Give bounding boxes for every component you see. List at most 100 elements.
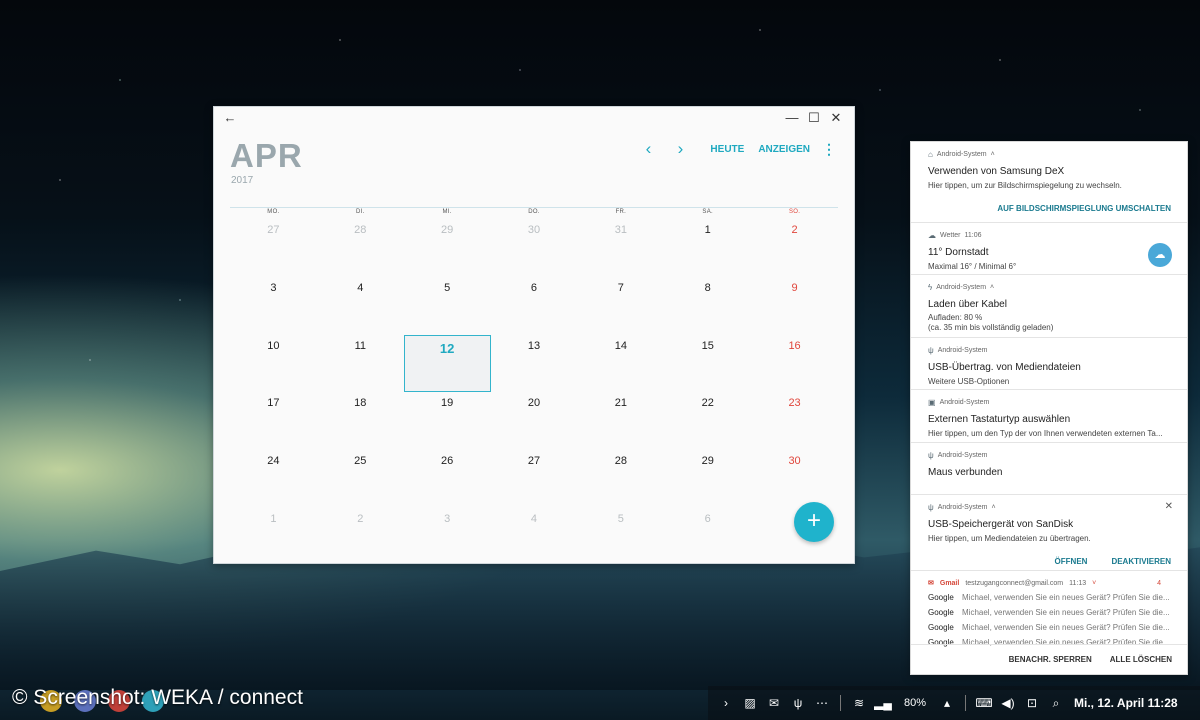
search-icon[interactable]: ⌕ [1044,696,1068,711]
calendar-day[interactable]: 28 [317,219,404,277]
weekday-label: DO. [528,209,540,215]
calendar-day[interactable]: 17 [230,392,317,450]
notif-app-name: Android-System [937,347,988,354]
mail-icon[interactable]: ✉ [762,696,786,710]
maximize-icon[interactable]: ☐ [806,110,822,126]
calendar-day[interactable]: 30 [751,450,838,508]
gmail-message-row[interactable]: Google Michael, verwenden Sie ein neues G… [928,608,1171,617]
notification-usb-transfer[interactable]: ψ Android-System USB-Übertrag. von Medien… [911,338,1187,390]
switch-to-mirroring-button[interactable]: AUF BILDSCHIRMSPIEGLUNG UMSCHALTEN [928,204,1171,213]
usb-icon[interactable]: ψ [786,696,810,710]
keyboard-icon[interactable]: ⌨ [972,696,996,710]
gmail-message-row[interactable]: Google Michael, verwenden Sie ein neues G… [928,623,1171,632]
calendar-day[interactable]: 1 [664,219,751,277]
calendar-day[interactable]: 24 [230,450,317,508]
close-icon[interactable]: ✕ [828,110,844,126]
calendar-day[interactable]: 25 [317,450,404,508]
clear-all-button[interactable]: ALLE LÖSCHEN [1110,655,1172,664]
signal-icon[interactable]: ▂▄ [871,696,895,710]
screenshot-icon[interactable]: ⊡ [1020,696,1044,710]
gmail-account: testzugangconnect@gmail.com [965,579,1064,587]
calendar-window: ← — ☐ ✕ APR 2017 ‹ › HEUTE ANZEIGEN ⋮ MO… [213,106,855,564]
calendar-day[interactable]: 29 [404,219,491,277]
calendar-day[interactable]: 8 [664,277,751,335]
calendar-day[interactable]: 1 [230,508,317,566]
notification-dex[interactable]: ⌂ Android-System ˄ Verwenden von Samsung D… [911,142,1187,223]
calendar-day[interactable]: 15 [664,335,751,393]
calendar-day[interactable]: 19 [404,392,491,450]
watermark: © Screenshot: WEKA / connect [12,686,303,709]
calendar-day[interactable]: 27 [230,219,317,277]
wifi-icon[interactable]: ≋ [847,696,871,710]
calendar-day[interactable]: 28 [577,450,664,508]
notification-weather[interactable]: ☁ Wetter 11:06 11° Dornstadt Maximal 16° /… [911,223,1187,275]
minimize-icon[interactable]: — [784,110,800,126]
calendar-day[interactable]: 31 [577,219,664,277]
gmail-snippet: Michael, verwenden Sie ein neues Gerät? … [962,608,1170,617]
next-month-icon[interactable]: › [664,139,696,159]
clock[interactable]: Mi., 12. April 11:28 [1074,696,1178,710]
calendar-day-today[interactable]: 12 [403,334,491,393]
caret-up-icon[interactable]: ▴ [935,696,959,710]
calendar-day[interactable]: 9 [751,277,838,335]
calendar-day[interactable]: 2 [751,219,838,277]
calendar-day[interactable]: 5 [404,277,491,335]
calendar-day[interactable]: 13 [491,335,578,393]
calendar-day[interactable]: 27 [491,450,578,508]
open-button[interactable]: ÖFFNEN [1055,557,1088,566]
chevron-right-icon[interactable]: › [714,696,738,710]
block-notifications-button[interactable]: BENACHR. SPERREN [1009,655,1092,664]
notification-sandisk[interactable]: ψ Android-System ˄ ✕ USB-Speichergerät von… [911,495,1187,571]
calendar-day[interactable]: 4 [317,277,404,335]
plus-icon: + [806,507,821,534]
calendar-day[interactable]: 3 [230,277,317,335]
gallery-icon[interactable]: ▨ [738,696,762,710]
gmail-message-row[interactable]: Google Michael, verwenden Sie ein neues G… [928,593,1171,602]
calendar-day[interactable]: 18 [317,392,404,450]
more-options-icon[interactable]: ⋮ [822,141,836,158]
calendar-day[interactable]: 26 [404,450,491,508]
notification-keyboard[interactable]: ▣ Android-System Externen Tastaturtyp aus… [911,390,1187,443]
today-button[interactable]: HEUTE [710,144,744,155]
calendar-day[interactable]: 30 [491,219,578,277]
chevron-up-icon[interactable]: ˄ [990,284,994,291]
calendar-day[interactable]: 29 [664,450,751,508]
calendar-day[interactable]: 4 [491,508,578,566]
previous-month-icon[interactable]: ‹ [632,139,664,159]
calendar-day[interactable]: 3 [404,508,491,566]
notification-gmail[interactable]: ✉ Gmail testzugangconnect@gmail.com 11:1… [911,571,1187,651]
unread-count: 4 [1157,579,1161,587]
back-arrow-icon[interactable]: ← [222,110,238,126]
battery-level[interactable]: 80% [895,697,935,709]
calendar-day[interactable]: 11 [317,335,404,393]
calendar-day[interactable]: 14 [577,335,664,393]
notif-title: Verwenden von Samsung DeX [928,166,1065,177]
calendar-day[interactable]: 5 [577,508,664,566]
gmail-sender: Google [928,608,954,617]
chevron-up-icon[interactable]: ˄ [992,504,996,511]
calendar-day[interactable]: 23 [751,392,838,450]
notif-title: 11° Dornstadt [928,247,989,258]
add-event-button[interactable]: + [794,502,834,542]
notif-app-name: Android-System [937,504,988,511]
view-button[interactable]: ANZEIGEN [758,144,810,155]
dismiss-icon[interactable]: ✕ [1165,501,1173,512]
disable-button[interactable]: DEAKTIVIEREN [1111,557,1171,566]
calendar-day[interactable]: 16 [751,335,838,393]
more-icon[interactable]: ⋯ [810,696,834,710]
calendar-day[interactable]: 6 [491,277,578,335]
calendar-divider [230,207,838,208]
calendar-day[interactable]: 10 [230,335,317,393]
calendar-day[interactable]: 21 [577,392,664,450]
calendar-day[interactable]: 20 [491,392,578,450]
volume-icon[interactable]: ◀) [996,696,1020,710]
calendar-day[interactable]: 6 [664,508,751,566]
chevron-down-icon[interactable]: ˅ [1092,580,1096,587]
notification-mouse[interactable]: ψ Android-System Maus verbunden [911,443,1187,495]
gmail-snippet: Michael, verwenden Sie ein neues Gerät? … [962,593,1170,602]
notification-charging[interactable]: ϟ Android-System ˄ Laden über Kabel Auflad… [911,275,1187,338]
calendar-day[interactable]: 7 [577,277,664,335]
calendar-day[interactable]: 2 [317,508,404,566]
calendar-day[interactable]: 22 [664,392,751,450]
chevron-up-icon[interactable]: ˄ [991,151,995,158]
